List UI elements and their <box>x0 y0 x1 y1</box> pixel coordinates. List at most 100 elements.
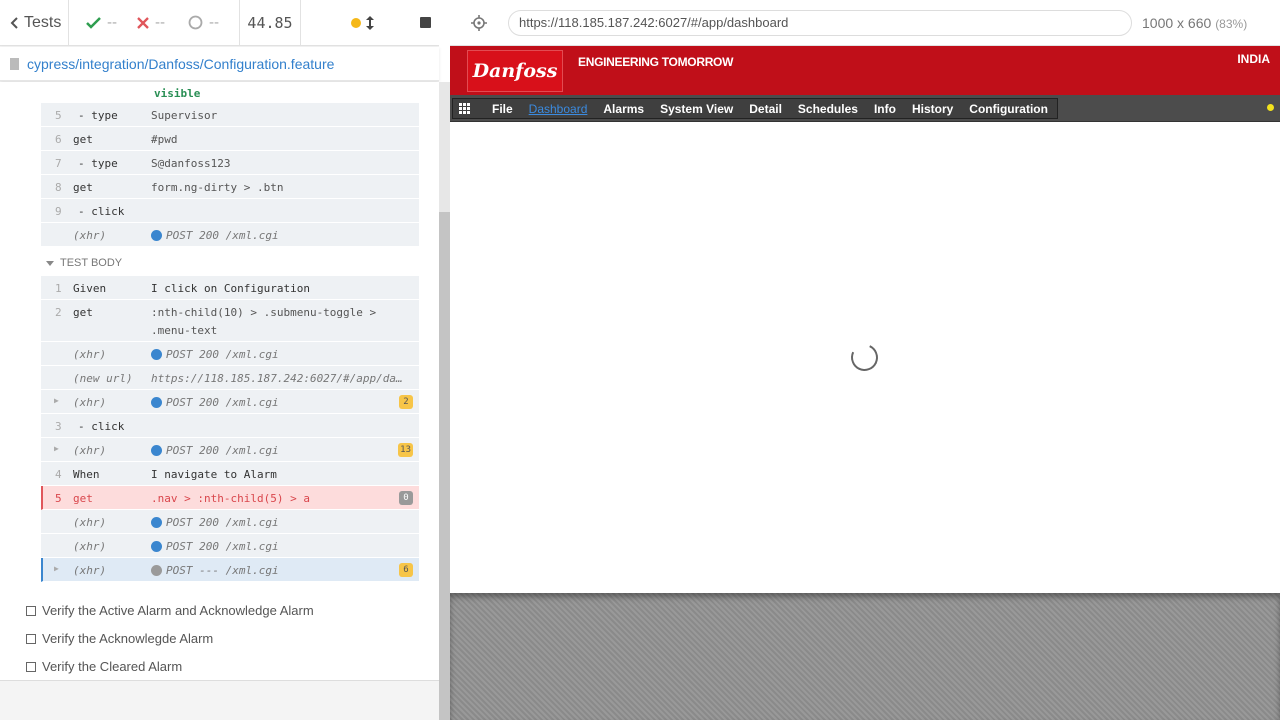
test-title: Verify the Active Alarm and Acknowledge … <box>42 603 314 618</box>
command-name: (new url) <box>73 372 133 385</box>
nav-file[interactable]: File <box>492 102 513 116</box>
command-name: (xhr) <box>73 444 107 457</box>
command-name: (xhr) <box>73 564 107 577</box>
spec-file-path[interactable]: cypress/integration/Danfoss/Configuratio… <box>0 47 439 81</box>
nav-dashboard[interactable]: Dashboard <box>529 102 588 116</box>
expand-caret-icon[interactable]: ▶ <box>54 396 59 405</box>
command-message: I navigate to Alarm <box>151 468 277 481</box>
command-message: POST 200 /xml.cgi <box>151 229 279 242</box>
command-row[interactable]: 4 When I navigate to Alarm <box>41 462 419 486</box>
command-number: 2 <box>55 306 62 319</box>
test-item[interactable]: Verify the Cleared Alarm <box>26 659 182 674</box>
command-message: POST 200 /xml.cgi <box>151 444 279 457</box>
selector-playground-crosshair-icon[interactable] <box>471 15 487 31</box>
command-number: 6 <box>55 133 62 146</box>
auto-scroll-toggle[interactable] <box>351 15 374 30</box>
reporter-controls <box>301 0 439 45</box>
command-name: (xhr) <box>73 540 107 553</box>
nav-alarms[interactable]: Alarms <box>603 102 644 116</box>
command-row[interactable]: ▶ (xhr) POST 200 /xml.cgi 13 <box>41 438 419 462</box>
test-body-header[interactable]: TEST BODY <box>46 257 122 269</box>
command-message: POST --- /xml.cgi <box>151 564 279 577</box>
command-number: 5 <box>55 492 62 505</box>
expand-caret-icon[interactable]: ▶ <box>54 444 59 453</box>
test-title: Verify the Acknowlegde Alarm <box>42 631 214 646</box>
xhr-status-dot-icon <box>151 397 162 408</box>
command-message: Supervisor <box>151 109 218 122</box>
xhr-message: POST 200 /xml.cgi <box>166 229 279 242</box>
command-name: get <box>73 181 93 194</box>
command-row[interactable]: (new url) https://118.185.187.242:6027/#… <box>41 366 419 390</box>
command-name: (xhr) <box>73 396 107 409</box>
command-row[interactable]: (xhr) POST 200 /xml.cgi <box>41 510 419 534</box>
scroll-arrows-icon <box>366 15 374 30</box>
xhr-message: POST 200 /xml.cgi <box>166 348 279 361</box>
command-name: (xhr) <box>73 348 107 361</box>
test-body-commands: 1 Given I click on Configuration 2 get :… <box>41 276 419 582</box>
command-row[interactable]: 5 - type Supervisor <box>41 103 419 127</box>
reporter-scrollbar-thumb[interactable] <box>439 212 450 720</box>
running-indicator-icon <box>351 17 361 28</box>
command-number: 9 <box>55 205 62 218</box>
connection-status-dot-icon <box>1267 104 1274 111</box>
xhr-message: POST 200 /xml.cgi <box>166 444 279 457</box>
pending-stat: -- <box>188 15 239 31</box>
viewport-size: 1000 x 660 (83%) <box>1142 15 1247 31</box>
pending-command-row[interactable]: ▶ (xhr) POST --- /xml.cgi 6 <box>41 558 419 582</box>
command-message: POST 200 /xml.cgi <box>151 540 279 553</box>
nav-system-view[interactable]: System View <box>660 102 733 116</box>
grid-menu-icon[interactable] <box>459 103 470 114</box>
tests-back-button[interactable]: Tests <box>0 0 69 45</box>
command-row[interactable]: 9 - click <box>41 199 419 223</box>
command-number: 5 <box>55 109 62 122</box>
command-row[interactable]: 1 Given I click on Configuration <box>41 276 419 300</box>
count-badge: 13 <box>398 443 413 457</box>
collapse-caret-icon <box>46 260 54 266</box>
stop-icon[interactable] <box>420 17 431 28</box>
command-message: S@danfoss123 <box>151 157 231 170</box>
command-log[interactable]: visible 5 - type Supervisor 6 get #pwd 7… <box>0 82 439 680</box>
xhr-status-dot-icon <box>151 230 162 241</box>
failed-command-row[interactable]: 5 get .nav > :nth-child(5) > a 0 <box>41 486 419 510</box>
nav-detail[interactable]: Detail <box>749 102 782 116</box>
pending-count: -- <box>209 14 220 31</box>
command-row[interactable]: 2 get :nth-child(10) > .submenu-toggle >… <box>41 300 419 342</box>
danfoss-tagline: ENGINEERING TOMORROW <box>578 55 734 69</box>
test-stats: -- -- -- <box>69 0 240 45</box>
tests-back-label: Tests <box>24 13 62 31</box>
x-icon <box>137 16 149 29</box>
test-body-label: TEST BODY <box>60 257 123 269</box>
test-title: Verify the Cleared Alarm <box>42 659 183 674</box>
command-row[interactable]: 6 get #pwd <box>41 127 419 151</box>
command-name: - click <box>78 205 125 218</box>
nav-schedules[interactable]: Schedules <box>798 102 858 116</box>
aut-empty-area <box>450 593 1280 720</box>
spec-path-text: cypress/integration/Danfoss/Configuratio… <box>27 55 335 72</box>
loading-spinner-icon <box>847 340 882 375</box>
command-row[interactable]: 7 - type S@danfoss123 <box>41 151 419 175</box>
command-number: 4 <box>55 468 62 481</box>
nav-history[interactable]: History <box>912 102 953 116</box>
country-label: INDIA <box>1237 52 1270 66</box>
aut-url-bar[interactable]: https://118.185.187.242:6027/#/app/dashb… <box>508 10 1132 36</box>
xhr-message: POST --- /xml.cgi <box>166 564 279 577</box>
command-row[interactable]: ▶ (xhr) POST 200 /xml.cgi 2 <box>41 390 419 414</box>
failed-count: -- <box>155 14 166 31</box>
viewport-dimensions: 1000 x 660 <box>1142 15 1212 31</box>
command-number: 8 <box>55 181 62 194</box>
nav-info[interactable]: Info <box>874 102 896 116</box>
passed-count: -- <box>107 14 118 31</box>
command-name: When <box>73 468 100 481</box>
test-status-checkbox-icon <box>26 633 36 644</box>
command-message: :nth-child(10) > .submenu-toggle > <box>151 306 377 319</box>
command-row[interactable]: 3 - click <box>41 414 419 438</box>
expand-caret-icon[interactable]: ▶ <box>54 564 59 573</box>
test-item[interactable]: Verify the Acknowlegde Alarm <box>26 631 213 646</box>
command-row[interactable]: 8 get form.ng-dirty > .btn <box>41 175 419 199</box>
aut-iframe[interactable]: Danfoss ENGINEERING TOMORROW INDIA File … <box>450 46 1280 593</box>
command-row[interactable]: (xhr) POST 200 /xml.cgi <box>41 342 419 366</box>
test-item[interactable]: Verify the Active Alarm and Acknowledge … <box>26 603 314 618</box>
nav-configuration[interactable]: Configuration <box>969 102 1048 116</box>
command-row[interactable]: (xhr) POST 200 /xml.cgi <box>41 223 419 247</box>
command-row[interactable]: (xhr) POST 200 /xml.cgi <box>41 534 419 558</box>
